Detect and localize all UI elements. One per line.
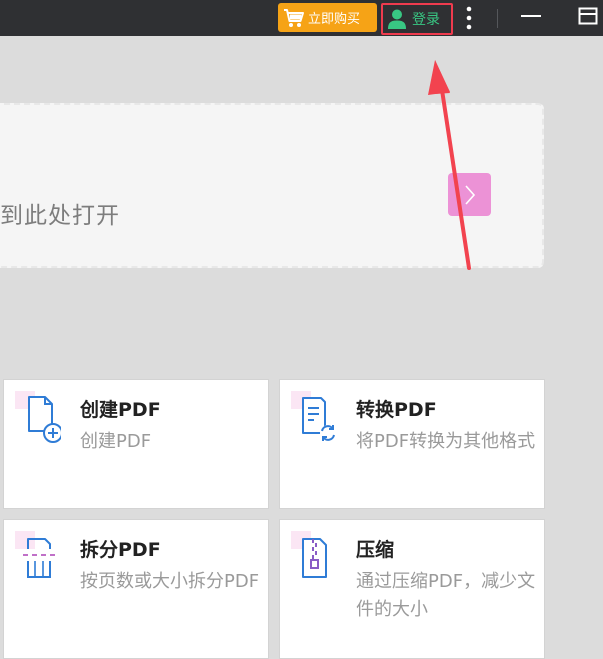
titlebar-divider	[497, 9, 498, 28]
login-label: 登录	[412, 12, 440, 28]
more-vertical-icon[interactable]	[463, 6, 475, 30]
tool-card-compress[interactable]: 压缩 通过压缩PDF，减少文件的大小	[279, 519, 545, 659]
tool-desc: 创建PDF	[80, 431, 152, 452]
tool-card-convert-pdf[interactable]: 转换PDF 将PDF转换为其他格式	[279, 379, 545, 509]
shopping-cart-icon	[284, 8, 304, 27]
login-button[interactable]: 登录	[381, 3, 453, 35]
compress-pdf-icon	[291, 531, 327, 578]
title-bar: 立即购买 登录	[0, 0, 603, 36]
maximize-icon[interactable]	[578, 7, 598, 25]
tool-title: 转换PDF	[356, 399, 437, 421]
tool-title: 压缩	[356, 539, 395, 561]
split-pdf-icon	[15, 531, 55, 578]
user-icon	[388, 9, 406, 29]
tool-desc: 将PDF转换为其他格式	[356, 431, 536, 452]
create-pdf-icon	[15, 391, 61, 443]
drop-zone-text: 到此处打开	[0, 203, 120, 229]
buy-now-label: 立即购买	[308, 12, 361, 27]
tool-card-create-pdf[interactable]: 创建PDF 创建PDF	[3, 379, 269, 509]
minimize-icon[interactable]	[520, 8, 542, 24]
chevron-right-icon	[464, 184, 475, 205]
tool-title: 创建PDF	[80, 399, 161, 421]
open-file-button[interactable]	[448, 173, 491, 216]
convert-pdf-icon	[291, 391, 336, 441]
tool-title: 拆分PDF	[80, 539, 161, 561]
tool-desc: 按页数或大小拆分PDF	[80, 571, 260, 592]
tool-card-split-pdf[interactable]: 拆分PDF 按页数或大小拆分PDF	[3, 519, 269, 659]
tool-desc: 通过压缩PDF，减少文件的大小	[356, 571, 536, 620]
buy-now-button[interactable]: 立即购买	[278, 3, 377, 32]
